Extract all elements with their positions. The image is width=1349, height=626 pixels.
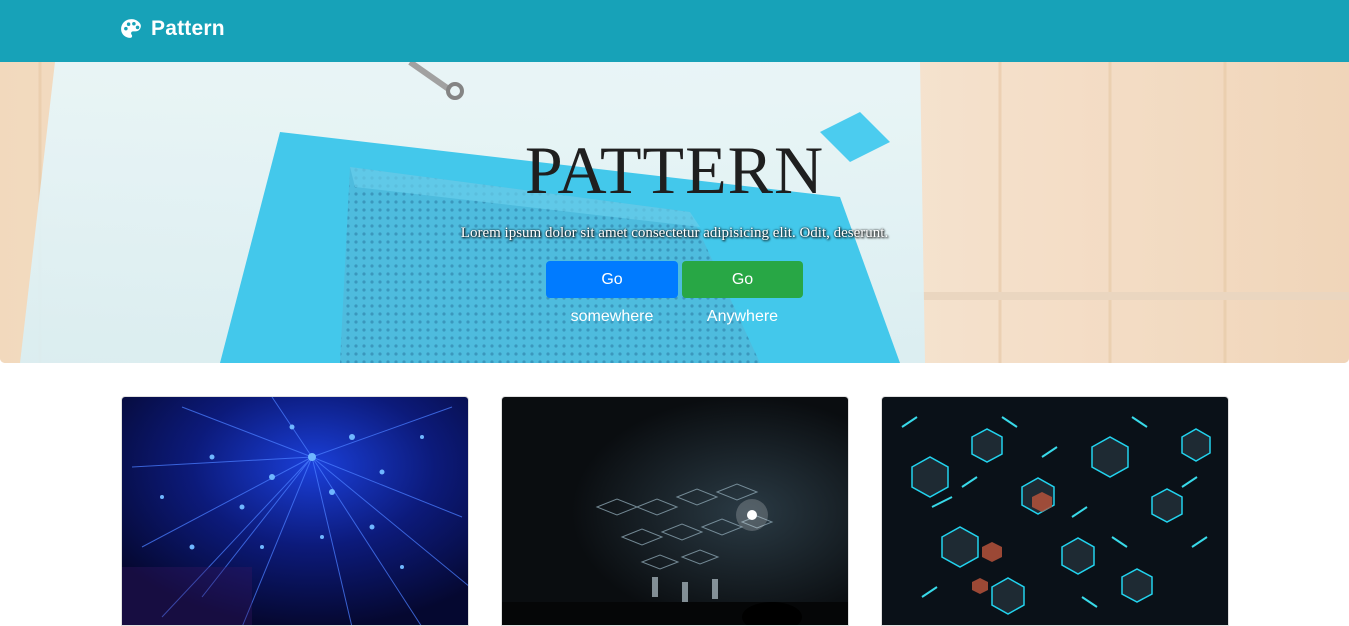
hero-background-image <box>0 62 1349 363</box>
card-1 <box>121 396 469 626</box>
blue-fiber-optic-lights-image <box>122 397 468 625</box>
navbar: Pattern <box>0 0 1349 62</box>
go-somewhere-button[interactable]: Go somewhere <box>546 261 678 325</box>
go-anywhere-button[interactable]: Go Anywhere <box>682 261 803 325</box>
hero-lead-text: Lorem ipsum dolor sit amet consectetur a… <box>460 225 889 241</box>
hero-title: PATTERN <box>524 132 825 208</box>
card-2 <box>501 396 849 626</box>
brand-name: Pattern <box>151 17 225 40</box>
palette-icon <box>121 18 141 38</box>
neon-cubes-image <box>882 397 1228 625</box>
navbar-brand[interactable]: Pattern <box>119 14 225 44</box>
dark-stage-cube-lights-image <box>502 397 848 625</box>
card-3 <box>881 396 1229 626</box>
hero-jumbotron: PATTERN Lorem ipsum dolor sit amet conse… <box>0 62 1349 363</box>
